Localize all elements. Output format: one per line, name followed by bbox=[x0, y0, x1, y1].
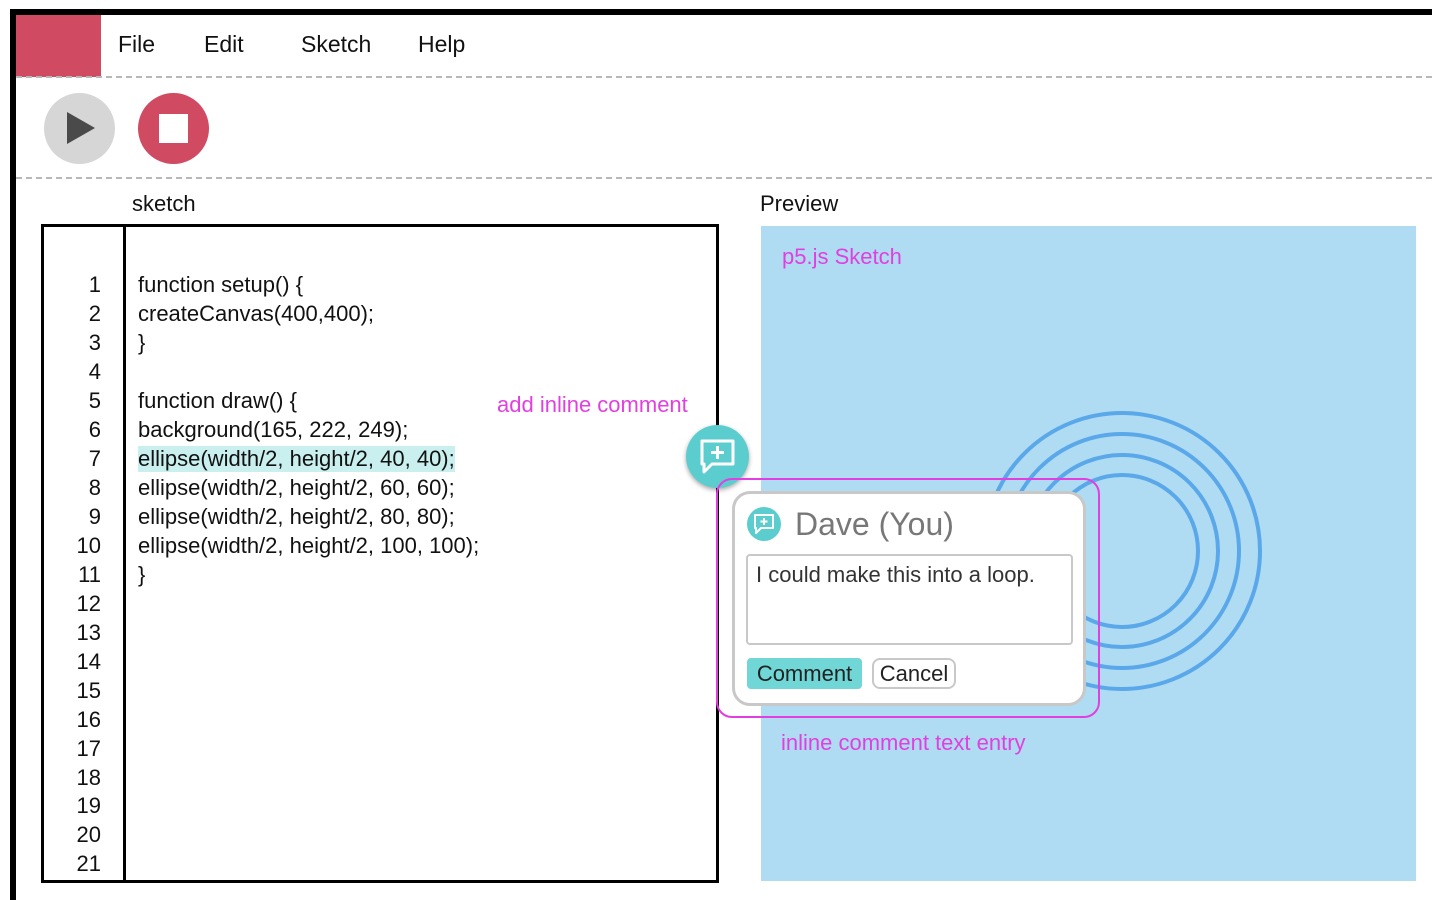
line-number: 19 bbox=[76, 793, 101, 818]
editor-label: sketch bbox=[132, 191, 196, 216]
line-number: 9 bbox=[88, 504, 101, 529]
line-number: 17 bbox=[76, 736, 101, 761]
line-number: 15 bbox=[76, 678, 101, 703]
comment-add-icon bbox=[700, 439, 735, 474]
line-number: 8 bbox=[88, 475, 101, 500]
play-icon bbox=[67, 112, 95, 144]
line-number: 5 bbox=[88, 388, 101, 413]
code-line[interactable]: function draw() { bbox=[138, 388, 297, 414]
line-number: 10 bbox=[76, 533, 101, 558]
inline-comment-card: Dave (You) I could make this into a loop… bbox=[732, 491, 1086, 706]
menu-divider bbox=[16, 76, 1432, 78]
menu-file[interactable]: File bbox=[118, 31, 155, 58]
code-line[interactable]: ellipse(width/2, height/2, 80, 80); bbox=[138, 504, 455, 530]
code-line[interactable]: function setup() { bbox=[138, 272, 303, 298]
menu-edit[interactable]: Edit bbox=[204, 31, 244, 58]
comment-cancel-button[interactable]: Cancel bbox=[872, 658, 956, 689]
line-number: 20 bbox=[76, 822, 101, 847]
line-number: 13 bbox=[76, 620, 101, 645]
line-number: 6 bbox=[88, 417, 101, 442]
menu-help[interactable]: Help bbox=[418, 31, 465, 58]
line-number: 3 bbox=[88, 330, 101, 355]
line-number: 16 bbox=[76, 707, 101, 732]
code-line[interactable]: background(165, 222, 249); bbox=[138, 417, 408, 443]
code-line[interactable]: } bbox=[138, 330, 145, 356]
code-line[interactable]: ellipse(width/2, height/2, 60, 60); bbox=[138, 475, 455, 501]
stop-button[interactable] bbox=[138, 93, 209, 164]
line-number: 14 bbox=[76, 649, 101, 674]
comment-author: Dave (You) bbox=[795, 506, 954, 542]
stop-icon bbox=[159, 114, 188, 143]
run-button[interactable] bbox=[44, 93, 115, 164]
line-number: 2 bbox=[88, 301, 101, 326]
toolbar-divider bbox=[16, 177, 1432, 179]
window-frame-left bbox=[10, 9, 16, 900]
annotation-add-inline-comment: add inline comment bbox=[497, 392, 688, 417]
comment-add-icon bbox=[747, 507, 781, 541]
code-line[interactable]: ellipse(width/2, height/2, 100, 100); bbox=[138, 533, 479, 559]
window-frame-top bbox=[10, 9, 1432, 15]
code-line[interactable]: } bbox=[138, 562, 145, 588]
line-number-gutter: 1 2 3 4 5 6 7 8 9 10 11 12 13 14 15 16 1… bbox=[44, 227, 126, 880]
annotation-inline-comment-entry: inline comment text entry bbox=[781, 730, 1026, 755]
menu-sketch[interactable]: Sketch bbox=[301, 31, 371, 58]
line-number: 21 bbox=[76, 851, 101, 876]
app-logo bbox=[16, 15, 101, 77]
line-number: 11 bbox=[78, 562, 101, 587]
preview-label: Preview bbox=[760, 191, 839, 216]
comment-text-input[interactable]: I could make this into a loop. bbox=[746, 554, 1073, 645]
code-editor[interactable]: 1 2 3 4 5 6 7 8 9 10 11 12 13 14 15 16 1… bbox=[41, 224, 719, 883]
highlighted-code-line[interactable]: ellipse(width/2, height/2, 40, 40); bbox=[138, 446, 455, 472]
line-number: 18 bbox=[76, 765, 101, 790]
line-number: 4 bbox=[88, 359, 101, 384]
comment-submit-button[interactable]: Comment bbox=[747, 658, 862, 689]
code-line[interactable]: createCanvas(400,400); bbox=[138, 301, 374, 327]
line-number: 12 bbox=[76, 591, 101, 616]
line-number: 7 bbox=[88, 446, 101, 471]
line-number: 1 bbox=[88, 272, 101, 297]
